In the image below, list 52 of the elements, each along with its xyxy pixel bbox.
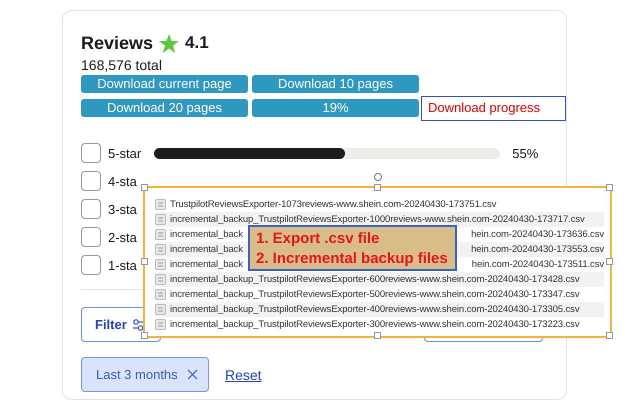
checkbox[interactable] xyxy=(81,171,101,191)
file-name: incremental_backup_TrustpilotReviewsExporter-600reviews-www.shein.com-20240430-173428.csv xyxy=(170,274,580,285)
resize-handle[interactable] xyxy=(606,184,613,191)
checkbox[interactable] xyxy=(81,199,101,219)
resize-handle[interactable] xyxy=(141,258,148,265)
checkbox[interactable] xyxy=(81,143,101,163)
download-button[interactable]: Download 10 pages xyxy=(252,75,419,93)
rating-value: 4.1 xyxy=(185,33,209,53)
file-name: incremental_backup_TrustpilotReviewsExporter-1000reviews-www.shein.com-20240430-173717.csv xyxy=(170,214,585,225)
download-button[interactable]: Download 20 pages xyxy=(81,99,248,117)
annotation-box: Download progress xyxy=(421,96,566,120)
file-name: hein.com-20240430-173553.csv xyxy=(471,244,604,255)
star-label: 4-sta xyxy=(108,174,137,188)
review-total: 168,576 total xyxy=(81,56,163,74)
file-name: incremental_backup_TrustpilotReviewsExporter-400reviews-www.shein.com-20240430-173305.csv xyxy=(170,304,580,315)
resize-handle[interactable] xyxy=(374,184,380,191)
percent-text: 55% xyxy=(512,146,538,160)
file-icon xyxy=(155,229,166,240)
reset-link[interactable]: Reset xyxy=(225,366,262,382)
filter-chip[interactable]: Last 3 months xyxy=(81,357,209,392)
file-icon xyxy=(155,289,166,300)
file-name: incremental_backup_TrustpilotReviewsExporter-500reviews-www.shein.com-20240430-173347.csv xyxy=(170,289,580,300)
close-icon xyxy=(186,369,198,380)
file-icon xyxy=(155,259,166,270)
resize-handle[interactable] xyxy=(374,332,380,339)
star-label: 2-sta xyxy=(108,230,137,244)
checkbox[interactable] xyxy=(81,255,101,275)
file-name: incremental_back xyxy=(170,229,243,240)
download-button[interactable]: Download current page xyxy=(81,75,248,93)
progress-button[interactable]: 19% xyxy=(252,99,419,117)
rotate-handle[interactable] xyxy=(374,173,382,181)
star-label: 5-star xyxy=(108,146,142,160)
star-icon xyxy=(159,34,180,52)
annotation-text: 1. Export .csv file xyxy=(256,229,380,249)
file-icon xyxy=(155,199,166,210)
file-name: hein.com-20240430-173636.csv xyxy=(471,229,604,240)
resize-handle[interactable] xyxy=(606,258,613,265)
file-name: hein.com-20240430-173511.csv xyxy=(472,259,604,270)
filter-icon xyxy=(132,318,143,330)
file-name: incremental_backup_TrustpilotReviewsExporter-300reviews-www.shein.com-20240430-173223.csv xyxy=(170,319,580,330)
reviews-title: Reviews xyxy=(81,32,154,54)
star-label: 1-sta xyxy=(108,258,137,272)
file-name: TrustpilotReviewsExporter-1073reviews-www.shein.com-20240430-173751.csv xyxy=(170,199,496,210)
annotation-text: 2. Incremental backup files xyxy=(256,249,449,269)
resize-handle[interactable] xyxy=(141,332,148,339)
resize-handle[interactable] xyxy=(606,332,613,339)
checkbox[interactable] xyxy=(81,227,101,247)
resize-handle[interactable] xyxy=(141,184,148,191)
file-name: incremental_back xyxy=(170,259,243,270)
file-name: incremental_back xyxy=(170,244,243,255)
star-label: 3-sta xyxy=(108,202,137,216)
file-icon xyxy=(155,319,166,330)
